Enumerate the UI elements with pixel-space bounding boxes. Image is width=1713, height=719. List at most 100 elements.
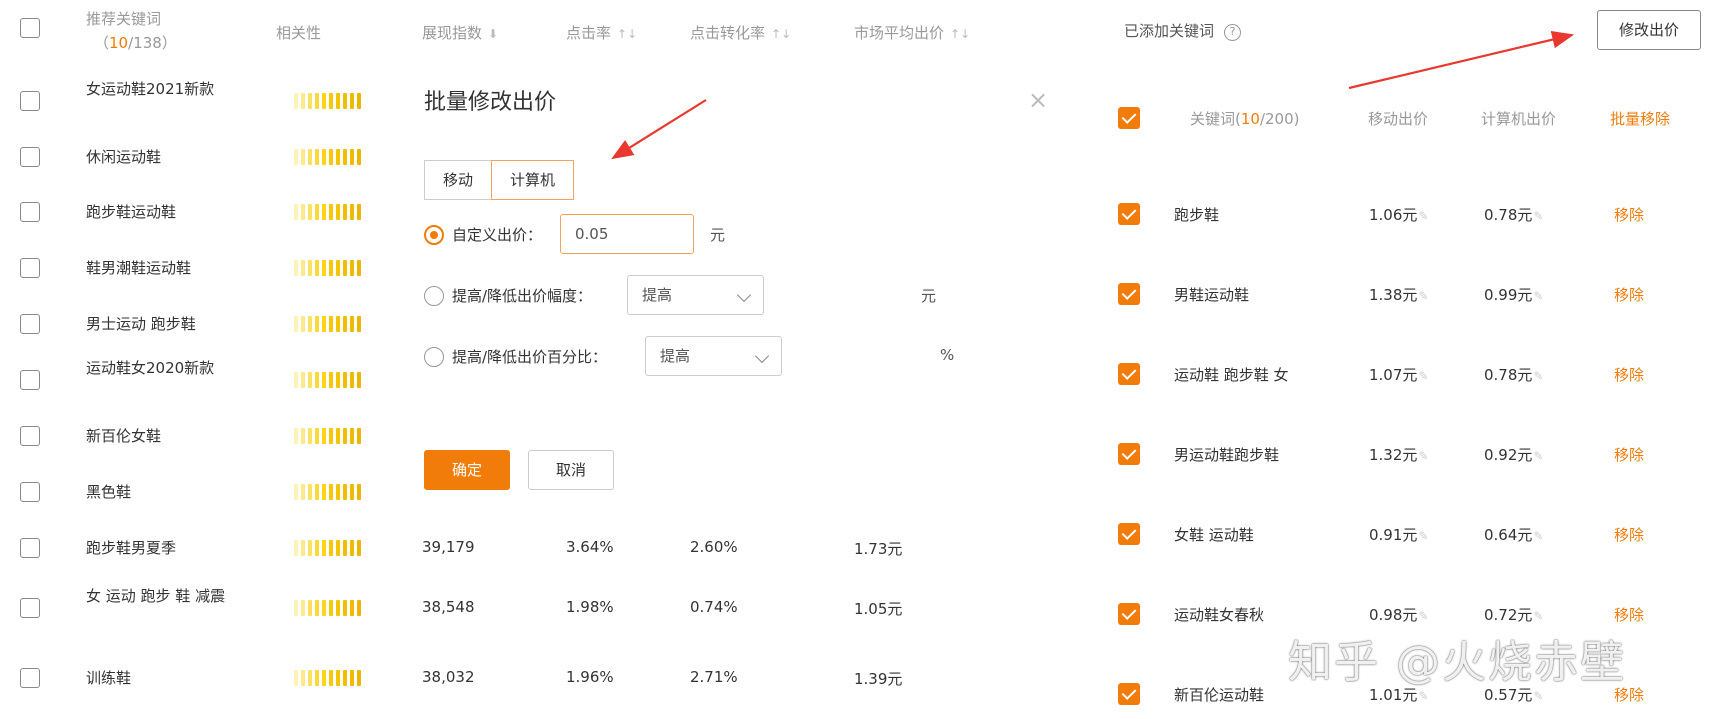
pencil-icon[interactable]: ✎ bbox=[1533, 689, 1543, 703]
added-row-checkbox[interactable] bbox=[1118, 683, 1140, 705]
remove-link[interactable]: 移除 bbox=[1614, 364, 1644, 385]
device-tabs: 移动 计算机 bbox=[424, 160, 575, 200]
tab-mobile[interactable]: 移动 bbox=[424, 160, 493, 200]
row-checkbox[interactable] bbox=[20, 668, 40, 688]
relevance-bar bbox=[350, 600, 354, 616]
pc-bid[interactable]: 0.64元✎ bbox=[1484, 524, 1543, 545]
pencil-icon[interactable]: ✎ bbox=[1533, 609, 1543, 623]
added-row-checkbox[interactable] bbox=[1118, 603, 1140, 625]
row-checkbox[interactable] bbox=[20, 482, 40, 502]
relevance-bar bbox=[350, 204, 354, 220]
added-row-checkbox[interactable] bbox=[1118, 283, 1140, 305]
sort-icon[interactable]: ↑↓ bbox=[617, 27, 637, 41]
adjust-percent-option[interactable]: 提高/降低出价百分比： bbox=[424, 346, 607, 367]
select-all-added-checkbox[interactable] bbox=[1118, 107, 1140, 129]
custom-bid-radio[interactable] bbox=[424, 224, 444, 245]
mobile-bid[interactable]: 0.98元✎ bbox=[1369, 604, 1428, 625]
adjust-amount-option[interactable]: 提高/降低出价幅度： bbox=[424, 285, 592, 306]
pc-bid[interactable]: 0.99元✎ bbox=[1484, 284, 1543, 305]
mobile-bid[interactable]: 0.91元✎ bbox=[1369, 524, 1428, 545]
pencil-icon[interactable]: ✎ bbox=[1533, 289, 1543, 303]
remove-link[interactable]: 移除 bbox=[1614, 444, 1644, 465]
relevance-bar bbox=[343, 484, 347, 500]
relevance-bars bbox=[294, 670, 361, 686]
pencil-icon[interactable]: ✎ bbox=[1418, 609, 1428, 623]
relevance-bar bbox=[329, 260, 333, 276]
pc-bid-value: 0.72元 bbox=[1484, 606, 1533, 624]
relevance-bar bbox=[294, 260, 298, 276]
sort-icon[interactable]: ↑↓ bbox=[771, 27, 791, 41]
pencil-icon[interactable]: ✎ bbox=[1418, 529, 1428, 543]
sort-desc-icon[interactable]: ⬇ bbox=[488, 27, 498, 41]
bulk-remove-link[interactable]: 批量移除 bbox=[1610, 108, 1670, 129]
adjust-percent-radio[interactable] bbox=[424, 346, 444, 367]
cancel-button[interactable]: 取消 bbox=[528, 450, 614, 490]
relevance-bar bbox=[336, 600, 340, 616]
row-checkbox[interactable] bbox=[20, 147, 40, 167]
row-checkbox[interactable] bbox=[20, 202, 40, 222]
pc-bid[interactable]: 0.72元✎ bbox=[1484, 604, 1543, 625]
added-row-checkbox[interactable] bbox=[1118, 443, 1140, 465]
custom-bid-input[interactable]: 0.05 bbox=[560, 214, 694, 254]
row-checkbox[interactable] bbox=[20, 598, 40, 618]
tab-computer[interactable]: 计算机 bbox=[491, 160, 575, 200]
mobile-bid[interactable]: 1.07元✎ bbox=[1369, 364, 1428, 385]
header-cvr[interactable]: 点击转化率 ↑↓ bbox=[690, 22, 791, 43]
pc-bid[interactable]: 0.78元✎ bbox=[1484, 364, 1543, 385]
remove-link[interactable]: 移除 bbox=[1614, 524, 1644, 545]
custom-bid-option[interactable]: 自定义出价： bbox=[424, 224, 542, 245]
row-checkbox[interactable] bbox=[20, 91, 40, 111]
row-checkbox[interactable] bbox=[20, 258, 40, 278]
relevance-bar bbox=[329, 372, 333, 388]
row-checkbox[interactable] bbox=[20, 426, 40, 446]
relevance-bar bbox=[357, 204, 361, 220]
relevance-bar bbox=[329, 316, 333, 332]
adjust-amount-radio[interactable] bbox=[424, 285, 444, 306]
pencil-icon[interactable]: ✎ bbox=[1533, 449, 1543, 463]
row-checkbox[interactable] bbox=[20, 538, 40, 558]
pc-bid[interactable]: 0.78元✎ bbox=[1484, 204, 1543, 225]
relevance-bar bbox=[350, 540, 354, 556]
relevance-bar bbox=[322, 260, 326, 276]
select-all-checkbox[interactable] bbox=[20, 18, 40, 38]
header-ctr[interactable]: 点击率 ↑↓ bbox=[566, 22, 637, 43]
row-checkbox[interactable] bbox=[20, 370, 40, 390]
remove-link[interactable]: 移除 bbox=[1614, 204, 1644, 225]
pencil-icon[interactable]: ✎ bbox=[1418, 209, 1428, 223]
pencil-icon[interactable]: ✎ bbox=[1418, 369, 1428, 383]
pencil-icon[interactable]: ✎ bbox=[1418, 289, 1428, 303]
mobile-bid[interactable]: 1.32元✎ bbox=[1369, 444, 1428, 465]
header-mobile-bid: 移动出价 bbox=[1368, 110, 1429, 128]
confirm-button[interactable]: 确定 bbox=[424, 450, 510, 490]
added-row-checkbox[interactable] bbox=[1118, 523, 1140, 545]
watermark-text: 知乎 @火烧赤壁 bbox=[1288, 637, 1626, 688]
relevance-bar bbox=[329, 428, 333, 444]
remove-link[interactable]: 移除 bbox=[1614, 604, 1644, 625]
relevance-bar bbox=[343, 372, 347, 388]
adjust-amount-select[interactable]: 提高 bbox=[627, 275, 764, 315]
pencil-icon[interactable]: ✎ bbox=[1533, 529, 1543, 543]
header-avg-bid[interactable]: 市场平均出价 ↑↓ bbox=[854, 22, 970, 43]
mobile-bid[interactable]: 1.38元✎ bbox=[1369, 284, 1428, 305]
row-checkbox[interactable] bbox=[20, 314, 40, 334]
pc-bid[interactable]: 0.92元✎ bbox=[1484, 444, 1543, 465]
relevance-bars bbox=[294, 372, 361, 388]
added-row-checkbox[interactable] bbox=[1118, 363, 1140, 385]
mobile-bid[interactable]: 1.06元✎ bbox=[1369, 204, 1428, 225]
pencil-icon[interactable]: ✎ bbox=[1533, 369, 1543, 383]
relevance-bar bbox=[322, 428, 326, 444]
added-row-checkbox[interactable] bbox=[1118, 203, 1140, 225]
relevance-bar bbox=[336, 484, 340, 500]
remove-link[interactable]: 移除 bbox=[1614, 284, 1644, 305]
pc-bid-value: 0.78元 bbox=[1484, 206, 1533, 224]
pencil-icon[interactable]: ✎ bbox=[1418, 449, 1428, 463]
row-ctr: 1.98% bbox=[566, 598, 614, 616]
sort-icon[interactable]: ↑↓ bbox=[950, 27, 970, 41]
pencil-icon[interactable]: ✎ bbox=[1418, 689, 1428, 703]
help-icon[interactable]: ? bbox=[1224, 24, 1242, 41]
edit-bid-button[interactable]: 修改出价 bbox=[1597, 10, 1701, 50]
adjust-percent-select[interactable]: 提高 bbox=[645, 336, 782, 376]
pencil-icon[interactable]: ✎ bbox=[1533, 209, 1543, 223]
header-impressions[interactable]: 展现指数 ⬇ bbox=[422, 22, 498, 43]
relevance-bar bbox=[350, 93, 354, 109]
